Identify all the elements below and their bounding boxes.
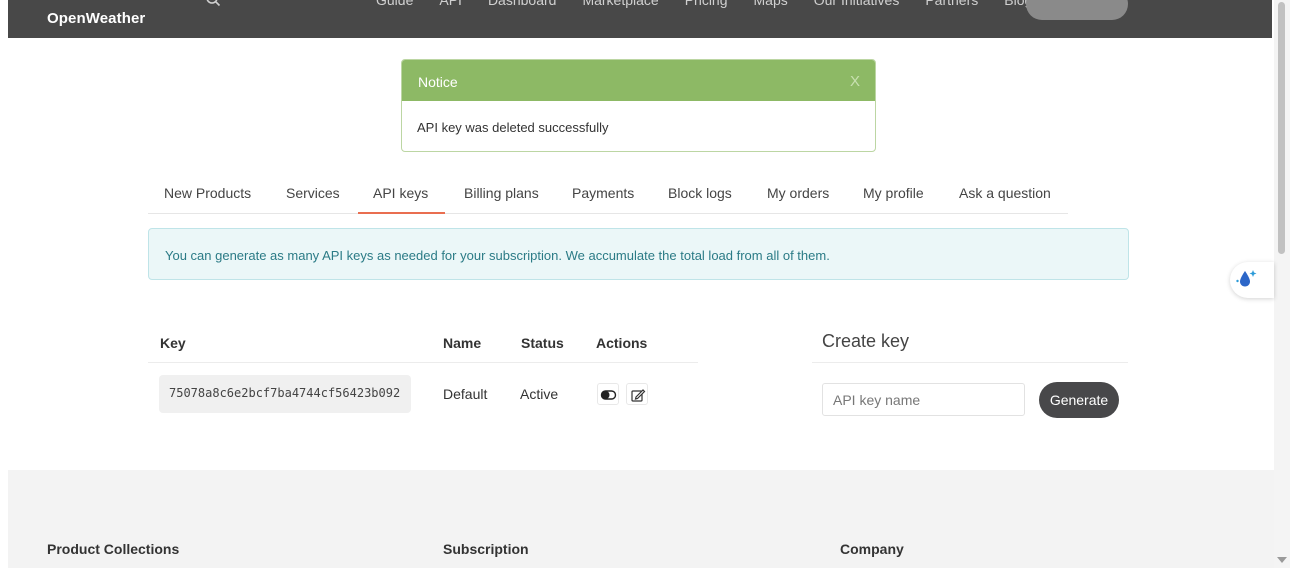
nav-link-marketplace[interactable]: Marketplace	[582, 0, 658, 8]
nav-links: Guide API Dashboard Marketplace Pricing …	[236, 0, 1058, 8]
nav-link-maps[interactable]: Maps	[754, 0, 788, 8]
for-business-button[interactable]	[1026, 0, 1128, 20]
api-key-name-input[interactable]	[822, 383, 1025, 416]
nav-link-dashboard[interactable]: Dashboard	[488, 0, 557, 8]
create-key-divider	[812, 362, 1128, 363]
api-key-status: Active	[520, 386, 559, 402]
tab-new-products[interactable]: New Products	[164, 185, 251, 201]
active-tab-indicator	[358, 212, 445, 214]
scroll-down-arrow-icon[interactable]	[1277, 557, 1287, 563]
column-header-status: Status	[521, 335, 564, 351]
tab-billing-plans[interactable]: Billing plans	[464, 185, 539, 201]
column-header-name: Name	[443, 335, 482, 351]
tab-ask-a-question[interactable]: Ask a question	[959, 185, 1051, 201]
nav-link-initiatives[interactable]: Our Initiatives	[814, 0, 900, 8]
tab-payments[interactable]: Payments	[572, 185, 634, 201]
tab-block-logs[interactable]: Block logs	[668, 185, 732, 201]
tab-api-keys[interactable]: API keys	[373, 185, 428, 201]
notice-header: Notice X	[402, 60, 875, 101]
footer-heading-company: Company	[840, 541, 904, 557]
nav-link-partners[interactable]: Partners	[925, 0, 978, 8]
generate-button[interactable]: Generate	[1039, 382, 1119, 418]
column-header-actions: Actions	[596, 335, 648, 351]
footer-heading-subscription: Subscription	[443, 541, 529, 557]
assistant-widget-button[interactable]	[1230, 262, 1274, 298]
edit-key-button[interactable]	[626, 383, 648, 405]
notice-message: API key was deleted successfully	[417, 120, 609, 135]
notice-title: Notice	[418, 74, 458, 90]
page-footer	[8, 470, 1274, 568]
table-divider	[148, 362, 698, 363]
create-key-title: Create key	[822, 331, 910, 351]
api-key-name: Default	[443, 386, 488, 402]
notice-panel: Notice X API key was deleted successfull…	[401, 59, 876, 152]
nav-link-pricing[interactable]: Pricing	[685, 0, 728, 8]
column-header-key: Key	[160, 335, 186, 351]
edit-icon	[631, 389, 646, 402]
tab-services[interactable]: Services	[286, 185, 340, 201]
water-drop-sparkle-icon	[1236, 270, 1257, 287]
nav-link-api[interactable]: API	[439, 0, 462, 8]
search-icon[interactable]	[205, 0, 221, 7]
account-tabs: New Products Services API keys Billing p…	[148, 175, 1068, 214]
toggle-icon	[600, 390, 617, 400]
info-alert: You can generate as many API keys as nee…	[148, 228, 1129, 280]
openweather-logo[interactable]: OpenWeather	[47, 10, 145, 27]
nav-link-guide[interactable]: Guide	[376, 0, 413, 8]
footer-heading-product-collections: Product Collections	[47, 541, 180, 557]
scrollbar-thumb[interactable]	[1278, 2, 1285, 254]
tab-my-profile[interactable]: My profile	[863, 185, 924, 201]
api-key-value[interactable]: 75078a8c6e2bcf7ba4744cf56423b092	[159, 375, 411, 413]
top-navigation-bar: OpenWeather Guide API Dashboard Marketpl…	[8, 0, 1272, 38]
notice-close-button[interactable]: X	[850, 73, 860, 90]
page-scrollbar[interactable]	[1274, 0, 1290, 568]
tab-my-orders[interactable]: My orders	[767, 185, 829, 201]
toggle-key-button[interactable]	[597, 383, 619, 405]
